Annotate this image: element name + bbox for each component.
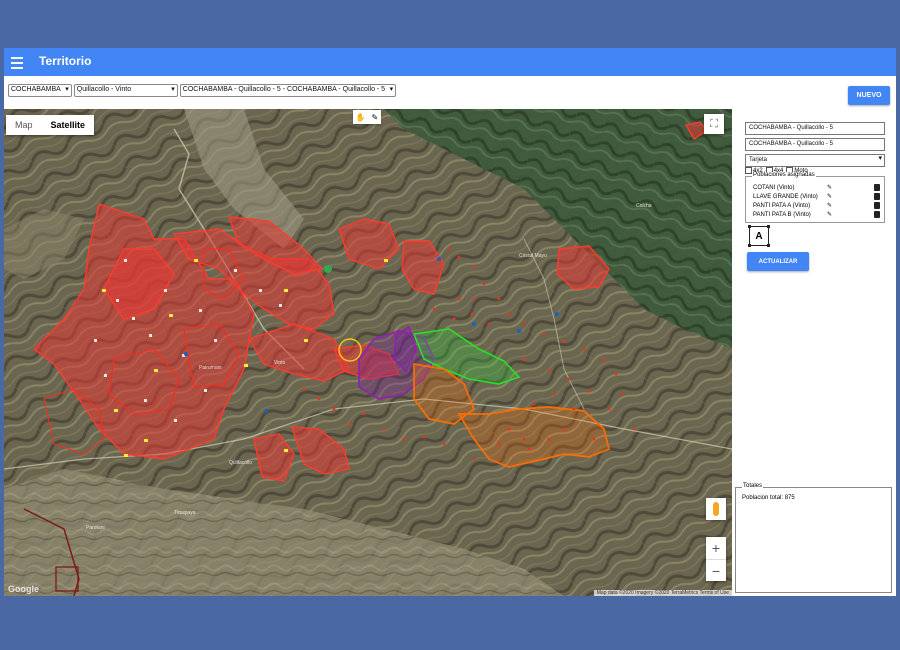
edit-pencil-icon[interactable]: ✎ bbox=[827, 193, 835, 200]
poblaciones-fieldset: Poblaciones asignadas COTANI (Vinto) ✎ L… bbox=[745, 172, 885, 223]
delete-trash-icon[interactable] bbox=[874, 184, 880, 191]
label-tool-icon[interactable]: A bbox=[748, 225, 769, 247]
place-label-quillacollo: Quillacollo bbox=[229, 460, 252, 466]
poblaciones-legend: Poblaciones asignadas bbox=[752, 172, 816, 178]
territorio-select[interactable]: COCHABAMBA - Quillacollo - 5 - COCHABAMB… bbox=[179, 84, 397, 97]
zoom-in-button[interactable]: + bbox=[706, 537, 726, 560]
drawing-toolbar: ✋ ✎ bbox=[353, 110, 381, 124]
google-logo: Google bbox=[8, 584, 39, 594]
polygon-draw-icon[interactable]: ✎ bbox=[371, 113, 378, 122]
delete-trash-icon[interactable] bbox=[874, 202, 880, 209]
place-label-cristal-mayu: Cristal Mayu bbox=[519, 253, 547, 259]
delete-trash-icon[interactable] bbox=[874, 193, 880, 200]
street-view-pegman-icon[interactable] bbox=[706, 498, 726, 520]
delete-trash-icon[interactable] bbox=[874, 211, 880, 218]
map-type-satellite[interactable]: Satellite bbox=[42, 115, 95, 135]
territory-name-field[interactable]: COCHABAMBA - Quillacollo - 5 bbox=[745, 122, 885, 135]
satellite-imagery[interactable]: Pairumani Vinto Quillacollo Tiquipaya Cr… bbox=[4, 109, 732, 596]
place-label-tiquipaya: Tiquipaya bbox=[174, 510, 196, 516]
poblacion-item: PANTI PATA A (Vinto) ✎ bbox=[753, 201, 880, 210]
municipio-select[interactable]: Quillacollo - Vinto bbox=[73, 84, 178, 97]
zoom-control: + − bbox=[706, 537, 726, 581]
map-attribution[interactable]: Map data ©2020 Imagery ©2020 TerraMetric… bbox=[593, 590, 732, 596]
poblacion-item: LLAVE GRANDE (Vinto) ✎ bbox=[753, 192, 880, 201]
poblacion-item: COTANI (Vinto) ✎ bbox=[753, 183, 880, 192]
nuevo-button[interactable]: NUEVO bbox=[848, 86, 890, 105]
menu-icon[interactable] bbox=[11, 54, 23, 70]
app-title: Territorio bbox=[39, 54, 92, 68]
departamento-select[interactable]: COCHABAMBA bbox=[8, 84, 72, 97]
app-bar: Territorio bbox=[4, 48, 896, 76]
map-type-control: Map Satellite bbox=[6, 115, 95, 135]
place-label-parotani: Parotani bbox=[86, 525, 105, 531]
territory-panel: COCHABAMBA - Quillacollo - 5 COCHABAMBA … bbox=[745, 122, 885, 271]
hand-icon[interactable]: ✋ bbox=[356, 113, 366, 122]
actualizar-button[interactable]: ACTUALIZAR bbox=[747, 252, 809, 271]
place-label-vinto: Vinto bbox=[274, 360, 286, 366]
map-view[interactable]: Pairumani Vinto Quillacollo Tiquipaya Cr… bbox=[4, 109, 732, 596]
totales-fieldset: Totales Poblacion total: 875 bbox=[735, 483, 892, 593]
totales-legend: Totales bbox=[742, 483, 764, 489]
territory-name-field-2[interactable]: COCHABAMBA - Quillacollo - 5 bbox=[745, 138, 885, 151]
edit-pencil-icon[interactable]: ✎ bbox=[827, 202, 835, 209]
place-label-colcha: Colcha bbox=[636, 203, 652, 209]
zoom-out-button[interactable]: − bbox=[706, 560, 726, 582]
poblacion-item: PANTI PATA B (Vinto) ✎ bbox=[753, 210, 880, 219]
edit-pencil-icon[interactable]: ✎ bbox=[827, 211, 835, 218]
place-label-pairumani: Pairumani bbox=[199, 365, 222, 371]
fullscreen-icon[interactable]: ⛶ bbox=[704, 114, 724, 134]
poblacion-total-text: Poblacion total: 875 bbox=[742, 495, 795, 501]
app-window: Territorio COCHABAMBA Quillacollo - Vint… bbox=[4, 48, 896, 596]
tipo-select[interactable]: Tarjeta bbox=[745, 154, 885, 167]
map-type-map[interactable]: Map bbox=[6, 115, 42, 135]
filter-bar: COCHABAMBA Quillacollo - Vinto COCHABAMB… bbox=[8, 84, 397, 97]
edit-pencil-icon[interactable]: ✎ bbox=[827, 184, 835, 191]
